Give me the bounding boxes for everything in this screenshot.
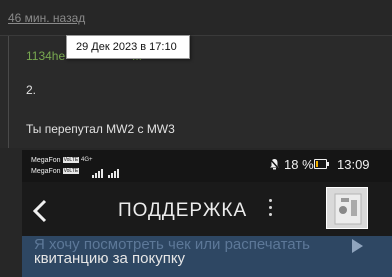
battery-icon [314,159,329,169]
play-icon[interactable] [350,238,364,254]
support-header: ПОДДЕРЖКА [22,182,392,240]
phone-screenshot: MegaFon VoLTE MegaFon VoLTE 4G+ 18 % 13:09… [22,150,392,277]
back-arrow-icon[interactable] [30,198,50,224]
signal-icon-2 [108,160,120,178]
carrier-2-label: MegaFon [31,168,61,175]
bell-muted-icon [269,158,280,170]
kebab-menu-icon[interactable] [267,199,273,223]
network-type: 4G+ [81,157,93,163]
battery-percent: 18 % [284,157,314,172]
carrier-2: MegaFon VoLTE [31,168,80,175]
phone-status-bar: MegaFon VoLTE MegaFon VoLTE 4G+ 18 % 13:09 [22,150,392,182]
message-bubble[interactable]: Я хочу посмотреть чек или распечатать кв… [22,236,392,277]
battery-fill [316,161,318,167]
reply-text-line-2: Ты перепутал MW2 с MW3 [26,122,175,136]
reply-post: 1134he ... 2. Ты перепутал MW2 с MW3 [0,36,392,148]
header-title: ПОДДЕРЖКА [118,200,248,221]
signal-icon [92,160,104,178]
post-time-link[interactable]: 46 мин. назад [8,11,85,25]
avatar[interactable] [326,187,368,229]
volte-badge-2: VoLTE [62,168,80,174]
message-line-2: квитанцию за покупку [34,250,186,267]
device-image-icon [327,188,367,228]
date-tooltip: 29 Дек 2023 в 17:10 [66,35,190,59]
quote-bar [8,36,9,148]
volte-badge: VoLTE [62,157,80,163]
status-clock: 13:09 [337,157,370,172]
post-meta-bar: 46 мин. назад [0,0,392,34]
quote-author[interactable]: 1134he [26,49,65,63]
carrier-1-label: MegaFon [31,157,61,164]
reply-text-line-1: 2. [26,83,37,97]
carrier-1: MegaFon VoLTE [31,157,80,164]
